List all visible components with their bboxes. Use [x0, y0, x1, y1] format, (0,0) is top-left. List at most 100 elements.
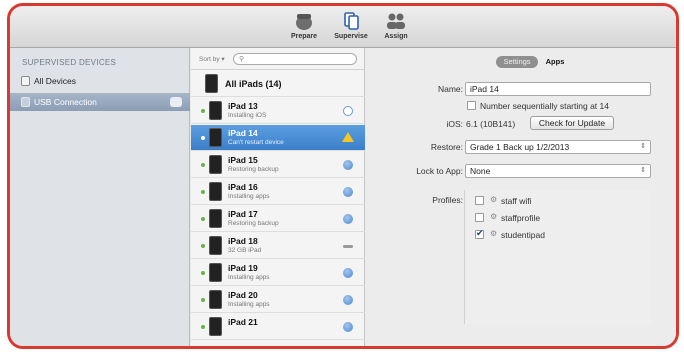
device-row[interactable]: iPad 15 Restoring backup: [191, 152, 365, 178]
device-name: iPad 17: [228, 209, 258, 219]
usb-icon: [21, 97, 30, 107]
lock-to-app-label: Lock to App:: [416, 166, 463, 176]
profiles-label: Profiles:: [432, 195, 463, 205]
profile-item-studentipad[interactable]: ⚙ studentipad: [475, 228, 645, 242]
progress-indicator-icon: [343, 160, 353, 170]
sidebar-item-label: All Devices: [34, 76, 77, 86]
prepare-label: Prepare: [290, 33, 318, 40]
status-dot: [201, 190, 205, 194]
sidebar-item-usb-connection[interactable]: USB Connection: [10, 93, 190, 111]
number-sequentially-checkbox[interactable]: [467, 101, 476, 110]
profile-gear-icon: ⚙: [490, 229, 498, 238]
ipad-thumbnail-icon: [209, 101, 222, 120]
device-status: Restoring backup: [228, 166, 279, 173]
device-status: Installing apps: [228, 301, 270, 308]
profile-gear-icon: ⚙: [490, 195, 498, 204]
search-input[interactable]: ⚲: [233, 53, 357, 65]
all-ipads-label: All iPads (14): [225, 79, 282, 89]
number-sequentially-label: Number sequentially starting at 14: [480, 101, 609, 111]
device-row[interactable]: iPad 16 Installing apps: [191, 179, 365, 205]
status-dot: [201, 109, 205, 113]
device-row[interactable]: iPad 19 Installing apps: [191, 260, 365, 286]
profile-item-staffprofile[interactable]: ⚙ staffprofile: [475, 211, 645, 225]
ipad-icon: [21, 76, 30, 86]
supervise-icon: [344, 12, 359, 30]
ipad-thumbnail-icon: [205, 74, 218, 93]
device-count-badge: [170, 97, 182, 107]
device-name: iPad 21: [228, 317, 258, 327]
all-ipads-row[interactable]: All iPads (14): [191, 71, 365, 97]
status-dot: [201, 298, 205, 302]
profile-name: studentipad: [501, 230, 545, 240]
progress-spinner-icon: [343, 106, 353, 116]
sidebar: SUPERVISED DEVICES All Devices USB Conne…: [10, 48, 190, 346]
assign-icon: [387, 13, 405, 29]
device-row[interactable]: iPad 17 Restoring backup: [191, 206, 365, 232]
progress-indicator-icon: [343, 322, 353, 332]
restore-select-value: Grade 1 Back up 1/2/2013: [470, 142, 570, 152]
prepare-button[interactable]: Prepare: [282, 11, 326, 45]
profile-checkbox[interactable]: [475, 228, 484, 239]
restore-select[interactable]: Grade 1 Back up 1/2/2013 ⇕: [465, 140, 651, 154]
device-name: iPad 15: [228, 155, 258, 165]
supervise-label: Supervise: [334, 33, 368, 40]
device-name: iPad 19: [228, 263, 258, 273]
device-row-selected[interactable]: iPad 14 Can't restart device: [191, 125, 365, 151]
supervise-button[interactable]: Supervise: [329, 11, 373, 45]
device-name: iPad 18: [228, 236, 258, 246]
device-row[interactable]: iPad 20 Installing apps: [191, 287, 365, 313]
sidebar-item-all-devices[interactable]: All Devices: [10, 72, 190, 90]
device-row[interactable]: iPad 21: [191, 314, 365, 340]
ipad-thumbnail-icon: [209, 317, 222, 336]
lock-to-app-select[interactable]: None ⇕: [465, 164, 651, 178]
status-dot: [201, 136, 205, 140]
tab-apps[interactable]: Apps: [540, 56, 570, 68]
ipad-thumbnail-icon: [209, 263, 222, 282]
profiles-list: ⚙ staff wifi ⚙ staffprofile ⚙ studentipa…: [464, 190, 651, 324]
status-dot: [201, 244, 205, 248]
ios-version-value: 6.1 (10B141): [466, 119, 516, 129]
device-detail-pane: Settings Apps Name: iPad 14 Number seque…: [366, 48, 676, 346]
device-name: iPad 20: [228, 290, 258, 300]
lock-to-app-value: None: [470, 166, 491, 176]
device-list: Sort by ▾ ⚲ All iPads (14) iPad 13 Insta…: [191, 48, 365, 346]
profile-checkbox[interactable]: [475, 213, 484, 222]
device-name: iPad 16: [228, 182, 258, 192]
ipad-thumbnail-icon: [209, 182, 222, 201]
device-name: iPad 14: [228, 128, 258, 138]
device-list-toolbar: Sort by ▾ ⚲: [191, 48, 365, 70]
progress-indicator-icon: [343, 187, 353, 197]
ipad-thumbnail-icon: [209, 236, 222, 255]
device-name-field[interactable]: iPad 14: [465, 82, 651, 96]
status-dot: [201, 325, 205, 329]
device-row[interactable]: iPad 18 32 GB iPad: [191, 233, 365, 259]
progress-indicator-icon: [343, 295, 353, 305]
check-for-update-button[interactable]: Check for Update: [530, 116, 614, 130]
device-row[interactable]: iPad 13 Installing iOS: [191, 98, 365, 124]
status-dot: [201, 217, 205, 221]
device-status: Installing iOS: [228, 112, 267, 119]
restore-label: Restore:: [430, 142, 463, 152]
profile-item-staff-wifi[interactable]: ⚙ staff wifi: [475, 194, 645, 208]
toolbar: Prepare Supervise Assign: [10, 6, 676, 48]
sidebar-item-label: USB Connection: [34, 97, 97, 107]
device-status: Can't restart device: [228, 139, 284, 146]
progress-indicator-icon: [343, 268, 353, 278]
assign-button[interactable]: Assign: [374, 11, 418, 45]
status-dot: [201, 271, 205, 275]
profile-name: staff wifi: [501, 196, 532, 206]
ipad-thumbnail-icon: [209, 128, 222, 147]
profile-name: staffprofile: [501, 213, 541, 223]
chevron-updown-icon: ⇕: [640, 167, 646, 174]
ipad-thumbnail-icon: [209, 290, 222, 309]
idle-dash-icon: [343, 245, 353, 248]
tab-settings[interactable]: Settings: [496, 56, 538, 68]
device-status: Installing apps: [228, 274, 270, 281]
profile-checkbox[interactable]: [475, 196, 484, 205]
ipad-thumbnail-icon: [209, 155, 222, 174]
ios-label: iOS:: [446, 119, 463, 129]
sort-by-menu[interactable]: Sort by ▾: [199, 55, 225, 63]
device-status: Restoring backup: [228, 220, 279, 227]
assign-label: Assign: [384, 33, 408, 40]
device-status: 32 GB iPad: [228, 247, 262, 254]
